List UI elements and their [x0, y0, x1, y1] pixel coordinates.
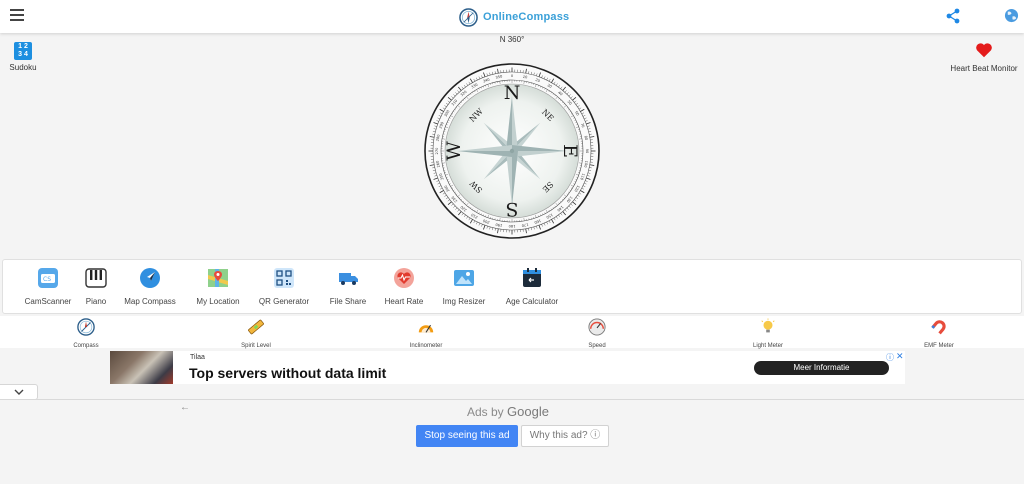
compass-cardinal-letter: W [443, 141, 465, 161]
app-my-location[interactable]: My Location [192, 260, 244, 315]
ad-close-icon[interactable]: ✕ [896, 351, 904, 362]
sudoku-icon-row: 3 4 [18, 51, 28, 58]
heart-icon [976, 43, 992, 58]
light-bulb-icon [761, 318, 775, 333]
heading-readout: N 360° [499, 35, 525, 44]
app-label: CamScanner [24, 297, 72, 306]
app-label: QR Generator [258, 297, 310, 306]
ad-banner[interactable]: Tilaa Top servers without data limit Mee… [110, 351, 905, 384]
stop-seeing-ad-button[interactable]: Stop seeing this ad [416, 425, 518, 447]
compass-degree-label: 270 [435, 147, 439, 155]
heart-beat-monitor-label: Heart Beat Monitor [950, 64, 1018, 73]
tool-label: Spirit Level [241, 343, 271, 349]
divider [0, 399, 1024, 400]
app-age-calculator[interactable]: Age Calculator [503, 260, 561, 315]
tool-compass[interactable]: Compass [66, 318, 106, 349]
piano-icon [85, 268, 107, 288]
app-label: Map Compass [124, 297, 176, 306]
hamburger-menu-icon[interactable] [10, 9, 24, 21]
tools-bar: Compass Spirit Level Inclinometer Speed … [0, 316, 1024, 349]
compass-degree-label: 180 [508, 224, 516, 228]
app-piano[interactable]: Piano [81, 260, 111, 315]
compass-degree-label: 90 [585, 149, 589, 154]
compass-dial: 0 102030405060708090100110120130140150160… [424, 63, 600, 239]
ad-brand: Tilaa [190, 354, 205, 361]
app-qr-generator[interactable]: QR Generator [255, 260, 313, 315]
app-label: My Location [196, 297, 240, 306]
sudoku-icon: 1 2 3 4 [14, 42, 32, 60]
globe-icon[interactable] [1004, 8, 1019, 28]
tool-label: EMF Meter [924, 343, 954, 349]
brand-compass-icon [459, 7, 478, 27]
google-wordmark: Google [507, 404, 549, 419]
app-label: Img Resizer [442, 297, 486, 306]
compass-icon [77, 318, 95, 336]
back-arrow-icon[interactable]: ← [180, 402, 190, 413]
tool-emf-meter[interactable]: EMF Meter [918, 318, 960, 349]
heart-rate-icon [394, 268, 414, 288]
adchoices-info-icon[interactable]: ⓘ [886, 352, 894, 363]
compass-cardinal-letter: S [505, 198, 518, 220]
map-location-icon [208, 269, 228, 287]
apps-bar: CS CamScanner Piano Map Compass My Locat… [2, 259, 1022, 314]
app-label: Piano [85, 297, 107, 306]
tool-label: Light Meter [752, 343, 783, 349]
tool-inclinometer[interactable]: Inclinometer [404, 318, 448, 349]
app-img-resizer[interactable]: Img Resizer [439, 260, 489, 315]
tool-label: Compass [73, 343, 99, 349]
ad-image [110, 351, 173, 384]
top-header: OnlineCompass [0, 0, 1024, 33]
tool-spirit-level[interactable]: Spirit Level [234, 318, 278, 349]
svg-text:CS: CS [43, 276, 51, 283]
app-label: Heart Rate [384, 297, 424, 306]
ads-by-google: Ads by Google [467, 404, 549, 419]
sudoku-link[interactable]: 1 2 3 4 Sudoku [6, 42, 40, 72]
tool-label: Speed [588, 343, 606, 349]
app-map-compass[interactable]: Map Compass [121, 260, 179, 315]
camscanner-icon: CS [38, 268, 58, 288]
compass-cardinal-letter: N [504, 82, 521, 104]
sudoku-label: Sudoku [9, 63, 37, 72]
share-icon[interactable] [946, 8, 960, 29]
inclinometer-icon [418, 324, 434, 333]
calendar-icon [523, 268, 541, 287]
sudoku-icon-row: 1 2 [18, 43, 28, 50]
app-label: Age Calculator [505, 297, 559, 306]
ad-cta-button[interactable]: Meer Informatie [754, 361, 889, 375]
app-file-share[interactable]: File Share [325, 260, 371, 315]
collapse-ad-button[interactable] [0, 384, 38, 400]
file-share-truck-icon [339, 273, 358, 285]
why-this-ad-button[interactable]: Why this ad? ⓘ [521, 425, 609, 447]
tool-label: Inclinometer [409, 343, 443, 349]
brand-logo-link[interactable]: OnlineCompass [459, 7, 569, 27]
image-icon [454, 270, 474, 286]
tool-speed[interactable]: Speed [580, 318, 614, 349]
compass-cardinal-letter: E [559, 144, 581, 158]
speedometer-icon [588, 318, 606, 336]
compass-center-pin [509, 148, 515, 154]
map-compass-icon [140, 268, 160, 288]
chevron-down-icon [14, 389, 23, 395]
ads-by-text: Ads by [467, 405, 504, 419]
magnet-icon [931, 320, 946, 335]
brand-name: OnlineCompass [483, 11, 570, 23]
ad-title[interactable]: Top servers without data limit [189, 365, 386, 381]
app-camscanner[interactable]: CS CamScanner [17, 260, 79, 315]
spirit-level-icon [248, 319, 264, 335]
app-label: File Share [329, 297, 367, 306]
tool-light-meter[interactable]: Light Meter [746, 318, 790, 349]
app-heart-rate[interactable]: Heart Rate [381, 260, 427, 315]
heart-beat-monitor-link[interactable]: Heart Beat Monitor [948, 42, 1020, 73]
qr-code-icon [274, 268, 294, 288]
